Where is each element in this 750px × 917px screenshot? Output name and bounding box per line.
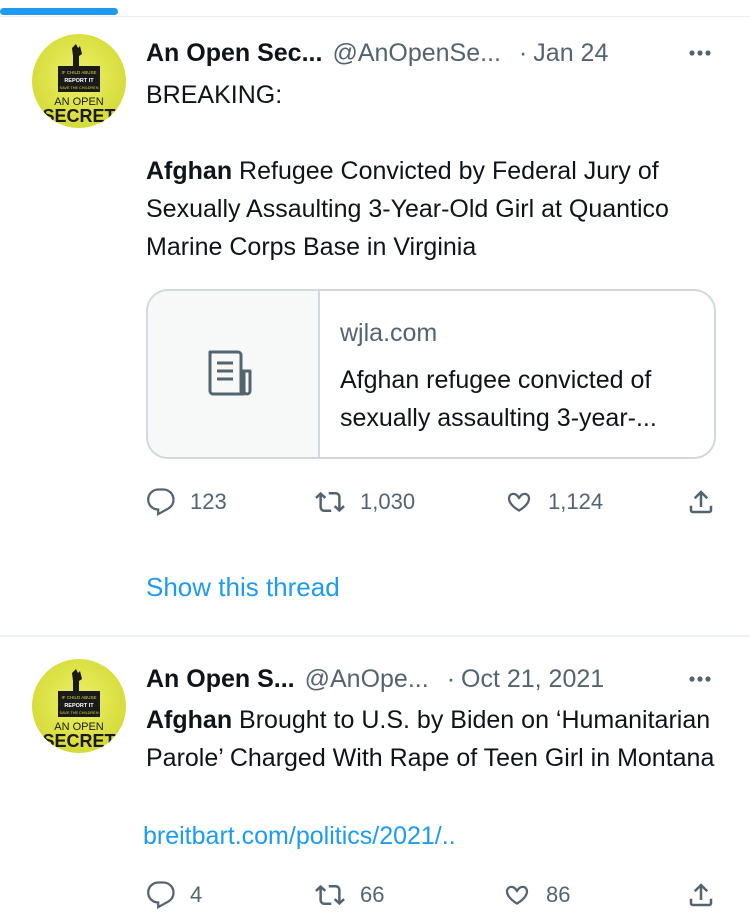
avatar-text-line2: SECRET — [42, 106, 115, 126]
author-handle[interactable]: @AnOpenSe... — [332, 39, 501, 68]
avatar-badge-line3: SAVE THE CHILDREN — [60, 711, 99, 715]
highlight-word: Afghan — [146, 157, 233, 185]
tweet[interactable]: IF CHILD ABUSE REPORT IT SAVE THE CHILDR… — [0, 637, 750, 917]
like-button[interactable]: 86 — [502, 875, 570, 915]
reply-count: 123 — [190, 489, 227, 514]
avatar-logo: IF CHILD ABUSE REPORT IT SAVE THE CHILDR… — [42, 669, 116, 751]
share-button[interactable] — [686, 482, 716, 522]
like-button[interactable]: 1,124 — [504, 482, 603, 522]
tweet-timestamp[interactable]: Oct 21, 2021 — [461, 665, 604, 694]
avatar[interactable]: IF CHILD ABUSE REPORT IT SAVE THE CHILDR… — [32, 34, 126, 128]
tweet-link[interactable]: breitbart.com/politics/2021/.. — [143, 822, 456, 850]
avatar-text-line2: SECRET — [42, 731, 115, 751]
heart-icon — [505, 885, 529, 905]
avatar-badge-line3: SAVE THE CHILDREN — [60, 86, 99, 90]
share-button[interactable] — [686, 875, 716, 915]
like-count: 1,124 — [548, 489, 604, 514]
avatar-badge-line2: REPORT IT — [64, 703, 94, 709]
tweet-header: An Open Sec... @AnOpenSe... · Jan 24 — [146, 36, 720, 70]
tweet-link-row: breitbart.com/politics/2021/.. — [143, 817, 723, 855]
link-card[interactable]: wjla.com Afghan refugee convicted of sex… — [146, 289, 716, 459]
reply-icon — [147, 881, 175, 910]
share-icon — [689, 490, 713, 514]
retweet-icon — [315, 491, 345, 513]
tweet-text-rest: Brought to U.S. by Biden on ‘Humanitaria… — [146, 706, 715, 772]
card-domain: wjla.com — [340, 319, 438, 347]
more-icon[interactable] — [680, 36, 720, 70]
retweet-button[interactable]: 66 — [314, 875, 384, 915]
retweet-button[interactable]: 1,030 — [314, 482, 415, 522]
avatar-badge-line1: IF CHILD ABUSE — [61, 695, 96, 700]
share-icon — [689, 883, 713, 907]
reply-icon — [147, 488, 175, 517]
avatar-badge-line1: IF CHILD ABUSE — [61, 70, 96, 75]
tweet-text: Afghan Brought to U.S. by Biden on ‘Huma… — [146, 701, 726, 777]
card-title: Afghan refugee convicted of sexually ass… — [340, 366, 657, 432]
separator-dot: · — [446, 664, 456, 693]
author-name[interactable]: An Open Sec... — [146, 39, 322, 68]
tweet-actions: 4 66 86 — [146, 875, 726, 915]
author-name[interactable]: An Open S... — [146, 665, 295, 694]
retweet-count: 66 — [360, 882, 385, 907]
reply-count: 4 — [190, 882, 203, 907]
reply-button[interactable]: 123 — [146, 482, 227, 522]
tweet[interactable]: IF CHILD ABUSE REPORT IT SAVE THE CHILDR… — [0, 0, 750, 635]
avatar-logo: IF CHILD ABUSE REPORT IT SAVE THE CHILDR… — [42, 44, 116, 126]
card-thumbnail — [148, 291, 320, 457]
tweet-text: BREAKING: Afghan Refugee Convicted by Fe… — [146, 76, 726, 266]
avatar[interactable]: IF CHILD ABUSE REPORT IT SAVE THE CHILDR… — [32, 659, 126, 753]
author-handle[interactable]: @AnOpe... — [305, 665, 429, 694]
tweet-actions: 123 1,030 1,124 — [146, 482, 726, 522]
avatar-badge-line2: REPORT IT — [64, 78, 94, 84]
separator-dot: · — [518, 38, 528, 67]
tweet-text-line: BREAKING: — [146, 81, 283, 109]
heart-icon — [507, 492, 531, 512]
show-thread-link[interactable]: Show this thread — [146, 572, 340, 603]
retweet-icon — [315, 884, 345, 906]
like-count: 86 — [546, 882, 571, 907]
document-icon — [208, 350, 252, 396]
tweet-timestamp[interactable]: Jan 24 — [533, 39, 608, 68]
tweet-header: An Open S... @AnOpe... · Oct 21, 2021 — [146, 662, 720, 696]
reply-button[interactable]: 4 — [146, 875, 202, 915]
highlight-word: Afghan — [146, 706, 233, 734]
retweet-count: 1,030 — [360, 489, 416, 514]
more-icon[interactable] — [680, 662, 720, 696]
